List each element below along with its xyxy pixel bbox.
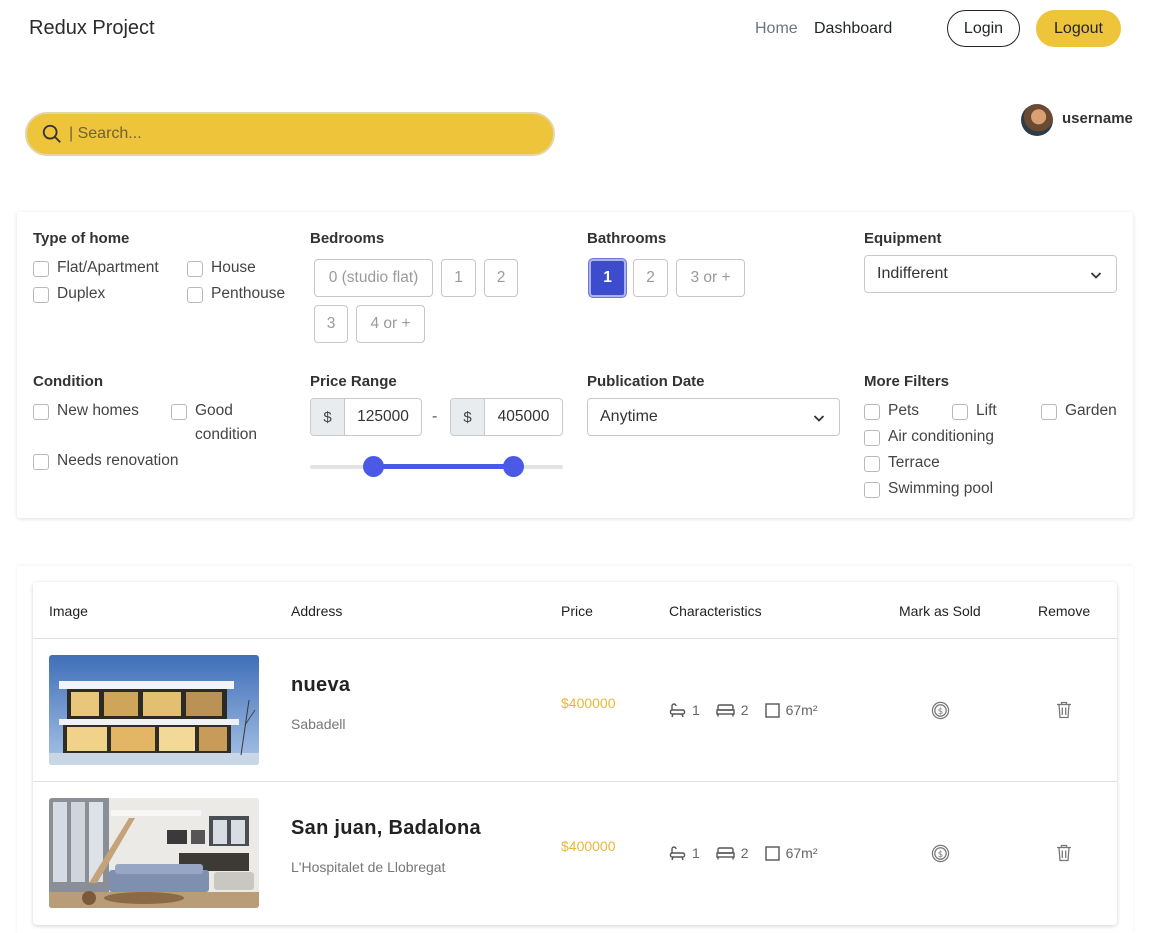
header-mark-as-sold: Mark as Sold: [899, 603, 981, 619]
equipment-select[interactable]: Indifferent: [864, 255, 1117, 293]
property-characteristics: 1 2 67m²: [669, 845, 834, 861]
trash-icon[interactable]: [1056, 701, 1072, 719]
dollar-circle-icon[interactable]: $: [931, 701, 950, 720]
checkbox-duplex[interactable]: Duplex: [33, 285, 105, 306]
svg-text:$: $: [938, 850, 943, 860]
checkbox-air-conditioning[interactable]: Air conditioning: [864, 428, 994, 449]
area-size: 67m²: [764, 845, 818, 861]
checkbox-garden[interactable]: Garden: [1041, 402, 1117, 423]
nav-link-home[interactable]: Home: [755, 20, 798, 38]
chevron-down-icon: [1090, 272, 1102, 279]
checkbox-penthouse[interactable]: Penthouse: [187, 285, 285, 306]
bedrooms-count: 2: [716, 845, 749, 861]
bed-icon: [716, 847, 735, 860]
checkbox-swimming-pool[interactable]: Swimming pool: [864, 480, 993, 501]
header-characteristics: Characteristics: [669, 603, 762, 619]
bed-icon: [716, 704, 735, 717]
property-title[interactable]: San juan, Badalona: [291, 817, 481, 840]
condition-title: Condition: [33, 373, 103, 390]
property-price: $400000: [561, 695, 616, 711]
currency-symbol-max: $: [451, 399, 485, 435]
area-square-icon: [764, 845, 780, 861]
bathtub-icon: [669, 845, 686, 860]
property-city: L'Hospitalet de Llobregat: [291, 859, 446, 875]
bedrooms-option-1[interactable]: 1: [441, 259, 476, 297]
search-icon: [42, 124, 61, 143]
header-divider: [33, 638, 1117, 639]
property-image[interactable]: [49, 655, 259, 765]
bedrooms-option-2[interactable]: 2: [484, 259, 518, 297]
price-slider-min-handle[interactable]: [363, 456, 384, 477]
publication-date-selected-value: Anytime: [600, 408, 658, 425]
checkbox-house[interactable]: House: [187, 259, 256, 280]
chevron-down-icon: [813, 415, 825, 422]
equipment-selected-value: Indifferent: [877, 265, 948, 282]
price-min-input[interactable]: $ 125000: [310, 398, 422, 436]
area-square-icon: [764, 702, 780, 718]
logout-button[interactable]: Logout: [1036, 10, 1121, 47]
bathrooms-option-3-plus[interactable]: 3 or +: [676, 259, 745, 297]
type-of-home-title: Type of home: [33, 230, 130, 247]
publication-date-title: Publication Date: [587, 373, 705, 390]
bathrooms-option-1[interactable]: 1: [589, 259, 626, 297]
row-divider: [33, 781, 1117, 782]
bathrooms-option-2[interactable]: 2: [633, 259, 668, 297]
checkbox-lift[interactable]: Lift: [952, 402, 997, 423]
nav-link-dashboard[interactable]: Dashboard: [814, 20, 892, 38]
price-range-separator: -: [432, 408, 438, 425]
login-button[interactable]: Login: [947, 10, 1020, 47]
trash-icon[interactable]: [1056, 844, 1072, 862]
bathtub-icon: [669, 702, 686, 717]
price-slider-max-handle[interactable]: [503, 456, 524, 477]
bedrooms-count: 2: [716, 702, 749, 718]
property-price: $400000: [561, 838, 616, 854]
user-avatar[interactable]: [1021, 104, 1053, 136]
price-slider-range: [373, 464, 514, 469]
brand-title[interactable]: Redux Project: [29, 17, 155, 40]
svg-text:$: $: [938, 707, 943, 717]
header-image: Image: [49, 603, 88, 619]
publication-date-select[interactable]: Anytime: [587, 398, 840, 436]
property-title[interactable]: nueva: [291, 674, 350, 697]
bathrooms-count: 1: [669, 845, 700, 861]
checkbox-good-condition[interactable]: Good condition: [171, 402, 271, 447]
price-min-value[interactable]: 125000: [345, 399, 421, 435]
more-filters-title: More Filters: [864, 373, 950, 390]
search-bar[interactable]: [25, 112, 555, 156]
bedrooms-option-0[interactable]: 0 (studio flat): [314, 259, 433, 297]
area-size: 67m²: [764, 702, 818, 718]
checkbox-needs-renovation[interactable]: Needs renovation: [33, 452, 179, 473]
header-remove: Remove: [1038, 603, 1091, 619]
username-label: username: [1062, 110, 1133, 127]
property-city: Sabadell: [291, 716, 346, 732]
bedrooms-title: Bedrooms: [310, 230, 385, 247]
header-price: Price: [561, 603, 593, 619]
equipment-title: Equipment: [864, 230, 942, 247]
bedrooms-option-4-plus[interactable]: 4 or +: [356, 305, 425, 343]
property-characteristics: 1 2 67m²: [669, 702, 834, 718]
price-max-value[interactable]: 405000: [485, 399, 562, 435]
header-address: Address: [291, 603, 343, 619]
currency-symbol-min: $: [311, 399, 345, 435]
checkbox-flat-apartment[interactable]: Flat/Apartment: [33, 259, 159, 280]
price-range-title: Price Range: [310, 373, 397, 390]
bathrooms-title: Bathrooms: [587, 230, 667, 247]
search-input[interactable]: [69, 125, 529, 143]
bathrooms-count: 1: [669, 702, 700, 718]
checkbox-pets[interactable]: Pets: [864, 402, 919, 423]
checkbox-new-homes[interactable]: New homes: [33, 402, 139, 423]
checkbox-terrace[interactable]: Terrace: [864, 454, 940, 475]
price-max-input[interactable]: $ 405000: [450, 398, 563, 436]
bedrooms-option-3[interactable]: 3: [314, 305, 348, 343]
property-image[interactable]: [49, 798, 259, 908]
dollar-circle-icon[interactable]: $: [931, 844, 950, 863]
